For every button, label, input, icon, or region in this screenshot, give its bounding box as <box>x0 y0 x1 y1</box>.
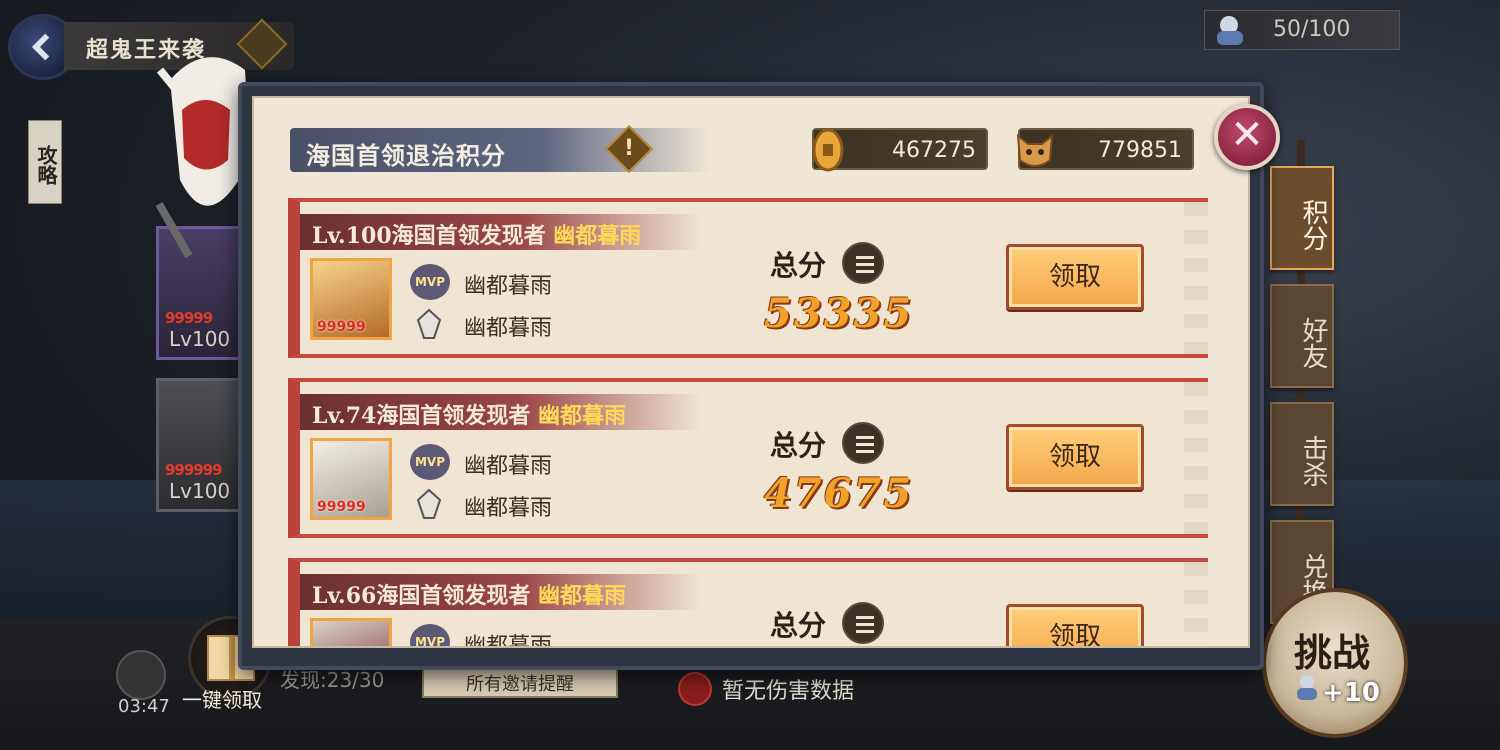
boss-level-title: Lv.66海国首领发现者 <box>312 583 531 609</box>
list-item: Lv.74海国首领发现者 幽都暮雨 99999 MVP 幽都暮雨 幽都暮雨 总分… <box>288 378 1208 538</box>
mvp-name: 幽都暮雨 <box>464 634 553 648</box>
points-modal: 海国首领退治积分 ! 467275 779851 Lv.100海国首领发现者 幽… <box>238 82 1264 670</box>
total-score: 47675 <box>764 470 914 517</box>
coin-value: 467275 <box>892 138 976 163</box>
stamina-counter: 50/100 <box>1204 10 1400 50</box>
row-title: Lv.74海国首领发现者 幽都暮雨 <box>300 394 700 430</box>
mvp-icon: MVP <box>410 624 450 646</box>
mvp-icon: MVP <box>410 444 450 480</box>
info-icon[interactable]: ! <box>604 124 654 174</box>
search-timer-icon[interactable] <box>116 650 166 700</box>
hero-stars: 999999 <box>165 461 223 479</box>
guide-tab[interactable]: 攻略 <box>28 120 62 204</box>
hero-level: Lv100 <box>169 479 231 503</box>
claim-button[interactable]: 领取 <box>1006 424 1144 490</box>
mvp-icon: MVP <box>410 264 450 300</box>
total-score-label: 总分 <box>770 429 827 462</box>
hero-card[interactable]: 999999 Lv100 <box>156 378 250 512</box>
challenge-label: 挑战 <box>1294 630 1371 675</box>
details-list-icon[interactable] <box>842 242 884 284</box>
mvp-name: 幽都暮雨 <box>464 274 553 299</box>
discoverer-name: 幽都暮雨 <box>464 496 553 521</box>
row-title: Lv.66海国首领发现者 幽都暮雨 <box>300 574 700 610</box>
modal-title: 海国首领退治积分 <box>306 141 506 170</box>
row-title: Lv.100海国首领发现者 幽都暮雨 <box>300 214 700 250</box>
owner-name: 幽都暮雨 <box>538 403 627 429</box>
hero-level: Lv100 <box>169 327 231 351</box>
paper-edge <box>1184 562 1208 646</box>
claim-button[interactable]: 领取 <box>1006 244 1144 310</box>
tab-kills[interactable]: 击杀 <box>1270 402 1334 506</box>
mvp-name: 幽都暮雨 <box>464 454 553 479</box>
boss-portrait <box>310 618 392 646</box>
total-score: 53335 <box>764 290 914 337</box>
details-list-icon[interactable] <box>842 602 884 644</box>
modal-panel: 海国首领退治积分 ! 467275 779851 Lv.100海国首领发现者 幽… <box>252 96 1250 648</box>
modal-header: 海国首领退治积分 ! <box>290 124 710 174</box>
currency-coins: 467275 <box>812 128 988 172</box>
stamina-icon <box>1297 675 1317 700</box>
discoverer-icon <box>416 488 442 519</box>
owner-name: 幽都暮雨 <box>538 583 627 609</box>
tab-friends[interactable]: 好友 <box>1270 284 1334 388</box>
boss-level-title: Lv.74海国首领发现者 <box>312 403 531 429</box>
hero-stars: 99999 <box>165 309 213 327</box>
total-score-label: 总分 <box>770 249 827 282</box>
mask-currency-value: 779851 <box>1098 138 1182 163</box>
claim-button[interactable]: 领取 <box>1006 604 1144 646</box>
discoverer-icon <box>416 308 442 339</box>
boss-level-title: Lv.100海国首领发现者 <box>312 223 546 249</box>
list-item: Lv.100海国首领发现者 幽都暮雨 99999 MVP 幽都暮雨 幽都暮雨 总… <box>288 198 1208 358</box>
stamina-value: 50/100 <box>1273 17 1351 42</box>
details-list-icon[interactable] <box>842 422 884 464</box>
timer-text: 03:47 <box>118 696 170 717</box>
damage-text: 暂无伤害数据 <box>722 679 855 704</box>
boss-list[interactable]: Lv.100海国首领发现者 幽都暮雨 99999 MVP 幽都暮雨 幽都暮雨 总… <box>288 198 1208 648</box>
oni-mask-icon <box>1016 133 1054 167</box>
tomoe-icon <box>678 672 712 706</box>
list-item: Lv.66海国首领发现者 幽都暮雨 MVP 幽都暮雨 总分 领取 <box>288 558 1208 648</box>
close-icon: ✕ <box>1230 112 1264 158</box>
challenge-button[interactable]: 挑战 +10 <box>1262 588 1408 738</box>
boss-portrait: 99999 <box>310 258 392 340</box>
damage-info: 暂无伤害数据 <box>668 672 854 706</box>
tab-points[interactable]: 积分 <box>1270 166 1334 270</box>
close-button[interactable]: ✕ <box>1214 104 1280 170</box>
chevron-left-icon <box>31 33 50 61</box>
discoverer-name: 幽都暮雨 <box>464 316 553 341</box>
challenge-cost: +10 <box>1322 678 1380 708</box>
stamina-icon <box>1217 16 1243 45</box>
boss-portrait: 99999 <box>310 438 392 520</box>
paper-edge <box>1184 382 1208 534</box>
claim-all-label: 一键领取 <box>182 688 262 712</box>
currency-mask: 779851 <box>1016 128 1194 170</box>
paper-edge <box>1184 202 1208 354</box>
total-score-label: 总分 <box>770 609 827 642</box>
coin-icon <box>812 128 844 172</box>
owner-name: 幽都暮雨 <box>553 223 642 249</box>
